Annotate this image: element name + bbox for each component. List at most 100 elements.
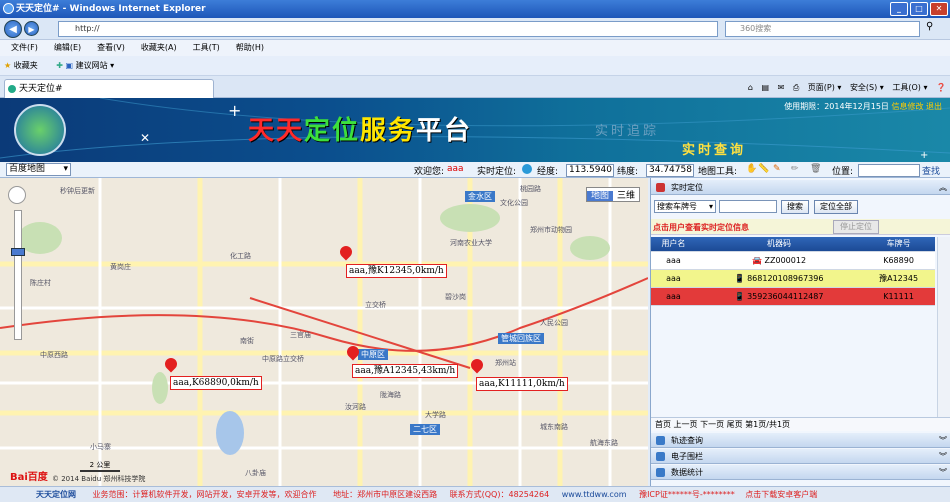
footer-site[interactable]: www.ttdww.com xyxy=(562,490,627,499)
menu-favorites[interactable]: 收藏夹(A) xyxy=(136,43,182,52)
realtime-panel-header[interactable]: 实时定位 ︽ xyxy=(651,180,950,195)
footer: 天天定位网 业务范围：计算机软件开发，网站开发，安卓开发等，欢迎合作 地址：郑州… xyxy=(0,486,950,502)
expand-icon[interactable]: ︾ xyxy=(939,433,947,448)
position-label: 位置: xyxy=(832,167,854,177)
menu-help[interactable]: 帮助(H) xyxy=(231,43,269,52)
marker-tool-icon[interactable]: ✎ xyxy=(773,164,781,174)
position-input[interactable] xyxy=(858,164,920,177)
geofence-header[interactable]: 电子围栏 ︾ xyxy=(651,449,950,464)
fence-icon xyxy=(656,452,665,461)
map-canvas[interactable]: 金水区 管城回族区 中原区 二七区 秒钟后更新 郑州市动物园 化工路 河南农业大… xyxy=(0,178,648,486)
column-code: 机器码 xyxy=(695,237,863,252)
footer-icp: 豫ICP证******号-******** xyxy=(639,490,735,499)
ruler-tool-icon[interactable]: 📏 xyxy=(758,164,769,174)
map-label-xiaomazhai: 小马寨 xyxy=(90,443,111,451)
maximize-button[interactable]: □ xyxy=(910,2,928,16)
find-button[interactable]: 查找 xyxy=(922,164,940,177)
map-label-bisha: 碧沙岗 xyxy=(445,293,466,301)
favorites-button[interactable]: 收藏夹 xyxy=(14,61,38,70)
print-icon[interactable]: ⎙ xyxy=(793,83,799,92)
window-title: 天天定位# - Windows Internet Explorer xyxy=(16,4,206,14)
zoom-handle[interactable] xyxy=(11,248,25,256)
statistics-header[interactable]: 数据统计 ︾ xyxy=(651,465,950,480)
stats-icon xyxy=(656,468,665,477)
table-row[interactable]: aaa 🚘 ZZ000012 K68890 xyxy=(651,251,935,270)
address-text: http:// xyxy=(75,24,100,33)
favicon-icon xyxy=(8,85,16,93)
search-button[interactable]: 搜索 xyxy=(781,200,809,214)
map-label-road: 化工路 xyxy=(230,252,251,260)
map-view-toggle: 地图 三维 xyxy=(586,187,641,202)
ie-icon xyxy=(3,3,14,14)
expand-icon[interactable]: ︾ xyxy=(939,465,947,480)
search-icon[interactable]: ⚲ xyxy=(926,21,933,32)
map-label-longhai: 陇海路 xyxy=(380,391,401,399)
pan-tool-icon[interactable]: ✋ xyxy=(746,164,757,174)
home-icon[interactable]: ⌂ xyxy=(748,83,753,92)
menu-tools[interactable]: 工具(T) xyxy=(188,43,225,52)
table-row[interactable]: aaa 📱 868120108967396 豫A12345 xyxy=(651,269,935,288)
chevron-down-icon: ▾ xyxy=(63,164,68,174)
stop-locate-button[interactable]: 停止定位 xyxy=(833,220,879,234)
clear-tool-icon[interactable]: 🗑 xyxy=(810,164,821,174)
pencil-tool-icon[interactable]: ✏ xyxy=(791,164,799,174)
back-button[interactable]: ◀ xyxy=(4,20,22,38)
map-view-2d-button[interactable]: 地图 xyxy=(587,191,614,201)
search-type-select[interactable]: 搜索车牌号 ▾ xyxy=(654,200,716,213)
minimize-button[interactable]: _ xyxy=(890,2,908,16)
command-bar: ⌂ ▤ ✉ ⎙ 页面(P) ▾ 安全(S) ▾ 工具(O) ▾ ❓ xyxy=(748,80,946,96)
logout-link[interactable]: 退出 xyxy=(926,102,942,111)
pan-control[interactable] xyxy=(8,186,26,204)
map-view-3d-button[interactable]: 三维 xyxy=(613,191,639,201)
feeds-icon[interactable]: ▤ xyxy=(761,83,769,92)
locate-all-button[interactable]: 定位全部 xyxy=(814,200,858,214)
map-label-ruhe: 汝河路 xyxy=(345,403,366,411)
plate-search-input[interactable] xyxy=(719,200,777,213)
page-menu[interactable]: 页面(P) ▾ xyxy=(808,83,842,92)
expire-date: 2014年12月15日 xyxy=(824,102,889,111)
vehicle-label-3: aaa,K68890,0km/h xyxy=(170,376,262,390)
tools-menu[interactable]: 工具(O) ▾ xyxy=(892,83,927,92)
cell-user: aaa xyxy=(651,269,696,288)
search-box[interactable]: 360搜索 xyxy=(725,21,920,37)
close-window-button[interactable]: ✕ xyxy=(930,2,948,16)
table-row[interactable]: aaa 📱 359236044112487 K11111 xyxy=(651,287,935,306)
add-favorite-icon[interactable]: ✚ xyxy=(56,61,63,70)
zoom-slider[interactable] xyxy=(14,210,22,340)
footer-address: 地址：郑州市中原区建设西路 xyxy=(333,490,438,499)
suggested-sites-link[interactable]: 建议网站 ▾ xyxy=(76,61,115,70)
map-label-sanguan: 三官庙 xyxy=(290,331,311,339)
realtime-icon[interactable] xyxy=(522,164,532,174)
footer-brand: 天天定位网 xyxy=(36,490,76,499)
lat-input[interactable]: 34.74758 xyxy=(646,164,694,177)
download-android-link[interactable]: 点击下载安卓客户端 xyxy=(745,490,817,499)
map-type-select[interactable]: 百度地图 ▾ xyxy=(6,163,71,176)
vehicle-panel: 实时定位 ︽ 搜索车牌号 ▾ 搜索 定位全部 点击用户查看实时定位信息 停止定位 用… xyxy=(650,178,950,486)
forward-button[interactable]: ▶ xyxy=(24,21,39,36)
track-query-header[interactable]: 轨迹查询 ︾ xyxy=(651,433,950,448)
browser-tab[interactable]: 天天定位# xyxy=(4,79,214,98)
table-scrollbar[interactable] xyxy=(937,237,950,417)
mail-icon[interactable]: ✉ xyxy=(778,83,785,92)
district-label-jinshui: 金水区 xyxy=(465,191,495,202)
banner-subtitle-tracking: 实时追踪 xyxy=(595,124,660,139)
map-label-bagua: 八卦庙 xyxy=(245,469,266,477)
expand-icon[interactable]: ︾ xyxy=(939,449,947,464)
collapse-icon[interactable]: ︽ xyxy=(939,180,947,195)
district-label-guancheng: 管城回族区 xyxy=(498,333,544,344)
map-label-university: 河南农业大学 xyxy=(450,239,492,247)
info-edit-link[interactable]: 信息修改 xyxy=(891,102,923,111)
safety-menu[interactable]: 安全(S) ▾ xyxy=(850,83,884,92)
menu-edit[interactable]: 编辑(E) xyxy=(49,43,86,52)
map-label-culture-park: 文化公园 xyxy=(500,199,528,207)
lng-input[interactable]: 113.5940 xyxy=(566,164,614,177)
cell-user: aaa xyxy=(651,287,696,306)
address-bar[interactable]: http:// xyxy=(58,21,718,37)
menu-view[interactable]: 查看(V) xyxy=(92,43,130,52)
pager[interactable]: 首页 上一页 下一页 尾页 第1页/共1页 xyxy=(651,417,950,431)
help-icon[interactable]: ❓ xyxy=(936,83,946,92)
baidu-logo: Bai百度 xyxy=(10,472,48,483)
menu-file[interactable]: 文件(F) xyxy=(6,43,43,52)
star-icon: ★ xyxy=(4,61,12,70)
lat-label: 纬度: xyxy=(617,167,639,177)
